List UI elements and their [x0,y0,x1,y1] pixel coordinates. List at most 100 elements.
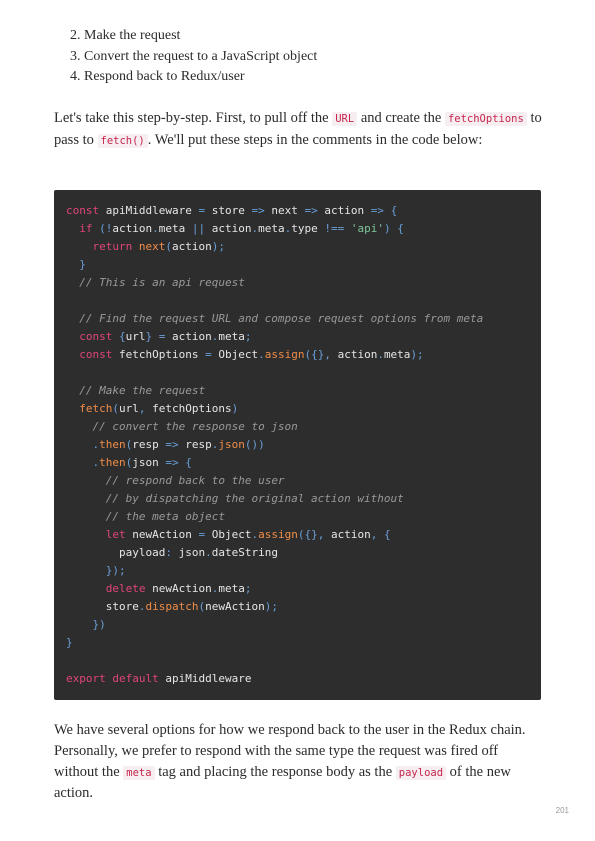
code-token: , [138,402,146,415]
code-token: fetchOptions [145,402,232,415]
code-listing: const apiMiddleware = store => next => a… [66,202,483,688]
numbered-step-list: 2. Make the request 3. Convert the reque… [70,26,317,88]
code-token: newAction [125,528,199,541]
code-token: ); [410,348,424,361]
outro-paragraph: We have several options for how we respo… [54,722,526,802]
code-token: resp [178,438,212,451]
intro-paragraph: Let's take this step-by-step. First, to … [54,110,542,148]
document-page: 2. Make the request 3. Convert the reque… [0,0,595,841]
code-token: json [132,456,166,469]
code-token: ) [383,222,391,235]
code-token: { [390,204,398,217]
code-token: meta [218,582,245,595]
code-token: type [291,222,325,235]
code-token: fetch [79,402,113,415]
code-token: ); [211,240,225,253]
code-line: // convert the response to json [66,418,483,436]
code-token: store [66,600,139,613]
code-token: url [125,330,146,343]
code-token: // convert the response to json [92,420,298,433]
code-line: // by dispatching the original action wi… [66,490,483,508]
code-token: then [99,438,126,451]
code-token: action [112,222,153,235]
code-token: // the meta object [105,510,225,523]
code-token: newAction [205,600,265,613]
code-token: newAction [145,582,212,595]
code-token: { [185,456,192,469]
code-token: ({}, [297,528,325,541]
inline-code-meta: meta [123,765,155,780]
code-line: }) [66,616,483,634]
code-token: action [324,528,371,541]
code-token: } [79,258,86,271]
code-token: next [138,240,166,253]
code-token: // Make the request [79,384,206,397]
inline-code-fetch: fetch() [97,133,148,148]
code-token: // Find the request URL and compose requ… [79,312,484,325]
code-token: . [152,222,159,235]
code-line: if (!action.meta || action.meta.type !==… [66,220,483,238]
code-token: ({}, [304,348,331,361]
code-token: // respond back to the user [105,474,285,487]
code-token: . [205,546,212,559]
code-line: // Find the request URL and compose requ… [66,310,483,328]
code-token: next [264,204,305,217]
code-line: .then(resp => resp.json()) [66,436,483,454]
code-token: payload [66,546,166,559]
code-token: : [165,546,172,559]
code-token: ; [244,582,252,595]
code-line: payload: json.dateString [66,544,483,562]
code-line: store.dispatch(newAction); [66,598,483,616]
code-token: ( [165,240,172,253]
code-token: const [79,348,113,361]
code-token: ()) [244,438,265,451]
code-token: resp [132,438,166,451]
code-token: ); [264,600,278,613]
code-token: action [165,330,212,343]
code-token: url [119,402,139,415]
code-token: => [370,204,384,217]
code-token: 'api' [350,222,384,235]
code-token: json [171,546,206,559]
code-token: ( [112,402,119,415]
code-line: }); [66,562,483,580]
code-line: return next(action); [66,238,483,256]
code-token: . [258,348,265,361]
code-token: Object [211,348,259,361]
code-token: // by dispatching the original action wi… [105,492,404,505]
code-line: fetch(url, fetchOptions) [66,400,483,418]
code-line: // This is an api request [66,274,483,292]
code-token: delete [105,582,146,595]
code-line: } [66,634,483,652]
code-token: { [397,222,404,235]
code-token: || [191,222,206,235]
code-line: const {url} = action.meta; [66,328,483,346]
code-line: // Make the request [66,382,483,400]
code-token: }); [105,564,126,577]
code-token: !== [324,222,345,235]
code-token: default [112,672,159,685]
code-token: = [205,348,212,361]
code-token: json [218,438,245,451]
code-token: meta [383,348,411,361]
code-token: assign [264,348,305,361]
